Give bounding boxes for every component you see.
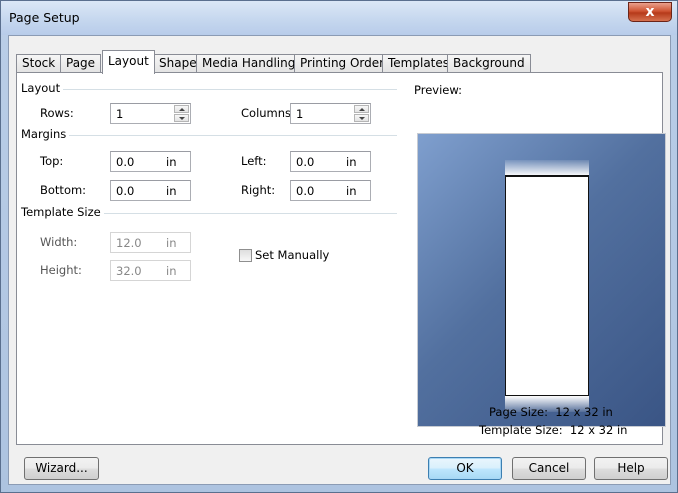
top-margin-label: Top: [40, 154, 64, 168]
set-manually-checkbox[interactable] [239, 249, 252, 262]
preview-area [417, 133, 666, 427]
close-icon: x [645, 4, 655, 20]
bottom-margin-field[interactable]: 0.0 in [110, 180, 191, 201]
columns-spinner[interactable] [354, 105, 369, 122]
columns-decrement-button[interactable] [354, 114, 369, 122]
cancel-button[interactable]: Cancel [512, 457, 586, 480]
rows-value: 1 [116, 107, 124, 121]
dialog-client-area: Stock Page Layout Shape Media Handling P… [8, 35, 671, 485]
template-height-field: 32.0 in [110, 260, 191, 281]
top-margin-value: 0.0 [116, 155, 135, 169]
help-button[interactable]: Help [594, 457, 668, 480]
title-bar[interactable]: Page Setup x [1, 1, 677, 35]
left-margin-unit: in [346, 155, 357, 169]
preview-template-outline [505, 175, 589, 397]
layout-group-divider [21, 89, 397, 90]
layout-tab-panel: Layout Rows: 1 Columns: 1 Margins Top: 0… [16, 72, 666, 445]
template-width-unit: in [166, 236, 177, 250]
tab-media-handling[interactable]: Media Handling [196, 54, 302, 73]
down-arrow-icon [179, 117, 185, 120]
rows-label: Rows: [40, 106, 74, 120]
tab-printing-order[interactable]: Printing Order [294, 54, 391, 73]
template-size-group-title: Template Size [19, 205, 104, 219]
close-button[interactable]: x [628, 2, 672, 22]
right-margin-value: 0.0 [296, 184, 315, 198]
wizard-button[interactable]: Wizard... [24, 457, 99, 480]
bottom-margin-label: Bottom: [40, 183, 87, 197]
rows-spinner[interactable] [174, 105, 189, 122]
template-width-field: 12.0 in [110, 232, 191, 253]
columns-label: Columns: [241, 106, 295, 120]
margins-group-divider [21, 135, 397, 136]
preview-label: Preview: [414, 83, 463, 97]
tab-layout[interactable]: Layout [102, 50, 155, 74]
left-margin-label: Left: [241, 154, 267, 168]
set-manually-label[interactable]: Set Manually [255, 248, 329, 262]
columns-increment-button[interactable] [354, 105, 369, 113]
tab-background[interactable]: Background [447, 54, 531, 73]
rows-decrement-button[interactable] [174, 114, 189, 122]
template-height-unit: in [166, 264, 177, 278]
right-margin-field[interactable]: 0.0 in [290, 180, 371, 201]
ok-button[interactable]: OK [428, 457, 502, 480]
window-title: Page Setup [9, 10, 80, 25]
template-height-label: Height: [40, 263, 82, 277]
layout-group-title: Layout [19, 81, 64, 95]
columns-value: 1 [296, 107, 304, 121]
left-margin-value: 0.0 [296, 155, 315, 169]
margins-group-title: Margins [19, 127, 70, 141]
preview-page-sheet [505, 160, 589, 412]
right-margin-label: Right: [241, 183, 276, 197]
tab-templates[interactable]: Templates [382, 54, 456, 73]
down-arrow-icon [359, 117, 365, 120]
left-margin-field[interactable]: 0.0 in [290, 151, 371, 172]
bottom-margin-value: 0.0 [116, 184, 135, 198]
up-arrow-icon [179, 108, 185, 111]
up-arrow-icon [359, 108, 365, 111]
template-size-text: Template Size: 12 x 32 in [479, 423, 628, 437]
preview-top-margin-fade [505, 160, 589, 176]
right-margin-unit: in [346, 184, 357, 198]
tab-page[interactable]: Page [60, 54, 102, 73]
top-margin-field[interactable]: 0.0 in [110, 151, 191, 172]
columns-stepper[interactable]: 1 [290, 103, 371, 124]
template-width-value: 12.0 [116, 236, 142, 250]
page-setup-window: Page Setup x Stock Page Layout Shape Med… [0, 0, 678, 493]
page-size-text: Page Size: 12 x 32 in [489, 405, 613, 419]
rows-stepper[interactable]: 1 [110, 103, 191, 124]
template-width-label: Width: [40, 235, 78, 249]
top-margin-unit: in [166, 155, 177, 169]
tab-stock[interactable]: Stock [16, 54, 62, 73]
rows-increment-button[interactable] [174, 105, 189, 113]
bottom-margin-unit: in [166, 184, 177, 198]
template-height-value: 32.0 [116, 264, 142, 278]
